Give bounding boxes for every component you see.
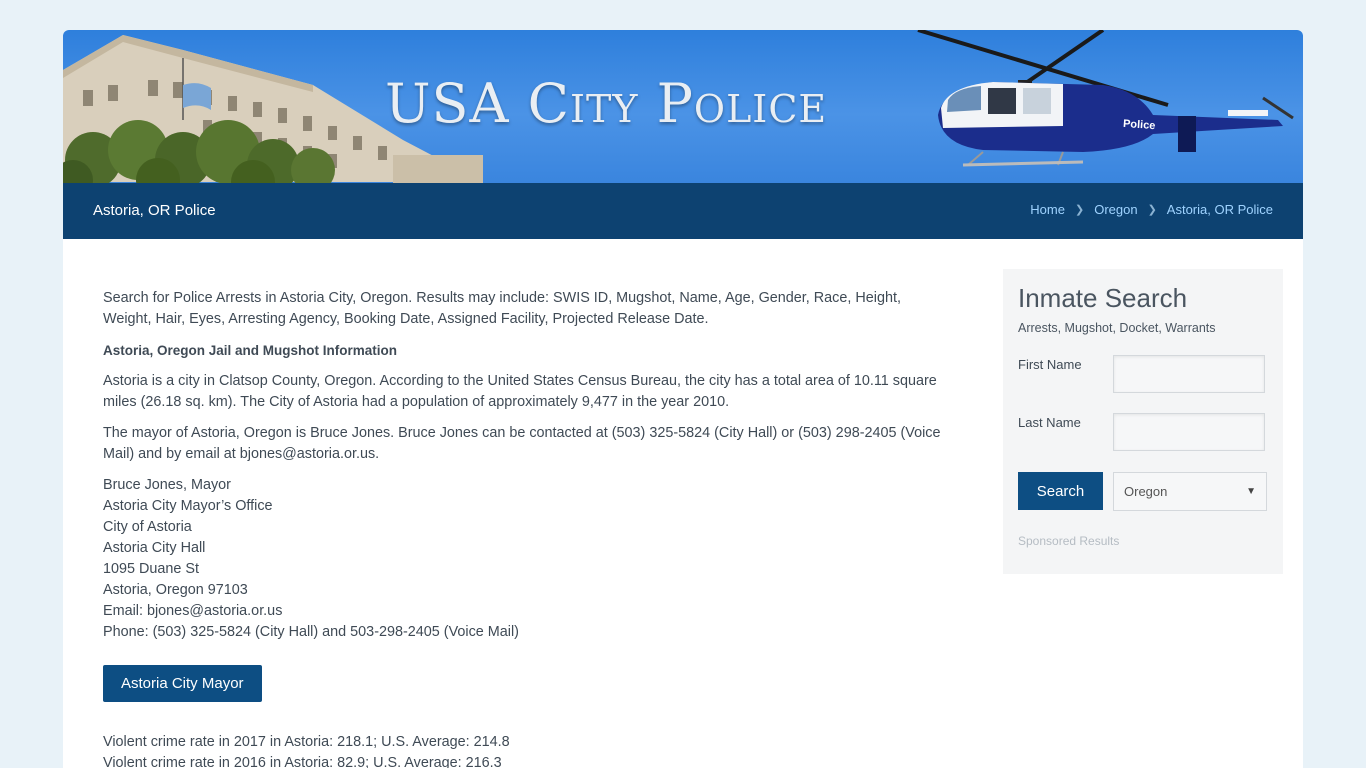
helicopter-police-label: Police: [1122, 117, 1156, 133]
address-line: Astoria City Hall: [103, 540, 206, 556]
mayor-address-block: Bruce Jones, Mayor Astoria City Mayor’s …: [103, 475, 943, 643]
chevron-right-icon: ❯: [1074, 204, 1085, 216]
crime-stat-line: Violent crime rate in 2017 in Astoria: 2…: [103, 734, 510, 750]
state-select[interactable]: Oregon ▼: [1113, 472, 1267, 511]
crime-stat-line: Violent crime rate in 2016 in Astoria: 8…: [103, 755, 502, 768]
breadcrumb-state-link[interactable]: Oregon: [1094, 202, 1137, 217]
site-logo-title: USA City Police: [385, 72, 828, 135]
breadcrumb: Home ❯ Oregon ❯ Astoria, OR Police: [1030, 202, 1273, 217]
page-container: USA City Police Police Astoria, OR Polic…: [63, 30, 1303, 768]
crime-stats: Violent crime rate in 2017 in Astoria: 2…: [103, 732, 943, 768]
address-line: Astoria City Mayor’s Office: [103, 498, 273, 514]
last-name-label: Last Name: [1018, 415, 1081, 430]
state-select-value: Oregon: [1124, 484, 1168, 499]
search-button[interactable]: Search: [1018, 472, 1103, 510]
section-heading: Astoria, Oregon Jail and Mugshot Informa…: [103, 343, 398, 358]
breadcrumb-home-link[interactable]: Home: [1030, 202, 1065, 217]
first-name-label: First Name: [1018, 357, 1082, 372]
intro-paragraph: Search for Police Arrests in Astoria Cit…: [103, 290, 901, 327]
city-mayor-button[interactable]: Astoria City Mayor: [103, 665, 262, 702]
city-info-paragraph: Astoria is a city in Clatsop County, Ore…: [103, 373, 937, 410]
inmate-search-title: Inmate Search: [1018, 283, 1188, 313]
main-content: Search for Police Arrests in Astoria Cit…: [103, 288, 943, 768]
address-line: City of Astoria: [103, 519, 192, 535]
address-line: Astoria, Oregon 97103: [103, 582, 248, 598]
last-name-input[interactable]: [1113, 413, 1265, 451]
mayor-info-paragraph: The mayor of Astoria, Oregon is Bruce Jo…: [103, 425, 941, 462]
address-line: Bruce Jones, Mayor: [103, 477, 231, 493]
breadcrumb-current-link[interactable]: Astoria, OR Police: [1167, 202, 1273, 217]
address-line: 1095 Duane St: [103, 561, 200, 577]
address-line: Phone: (503) 325-5824 (City Hall) and 50…: [103, 624, 519, 640]
address-line: Email: bjones@astoria.or.us: [103, 603, 283, 619]
first-name-input[interactable]: [1113, 355, 1265, 393]
helicopter-illustration: [917, 30, 1294, 167]
page-title: Astoria, OR Police: [93, 202, 216, 219]
chevron-down-icon: ▼: [1246, 486, 1256, 497]
sponsored-results-label: Sponsored Results: [1018, 534, 1120, 548]
chevron-right-icon: ❯: [1147, 204, 1157, 216]
inmate-search-subtitle: Arrests, Mugshot, Docket, Warrants: [1018, 321, 1216, 335]
site-banner[interactable]: USA City Police Police: [63, 30, 1303, 183]
page-title-bar: Astoria, OR Police Home ❯ Oregon ❯ Astor…: [63, 183, 1303, 239]
inmate-search-panel: Inmate Search Arrests, Mugshot, Docket, …: [1003, 269, 1283, 574]
